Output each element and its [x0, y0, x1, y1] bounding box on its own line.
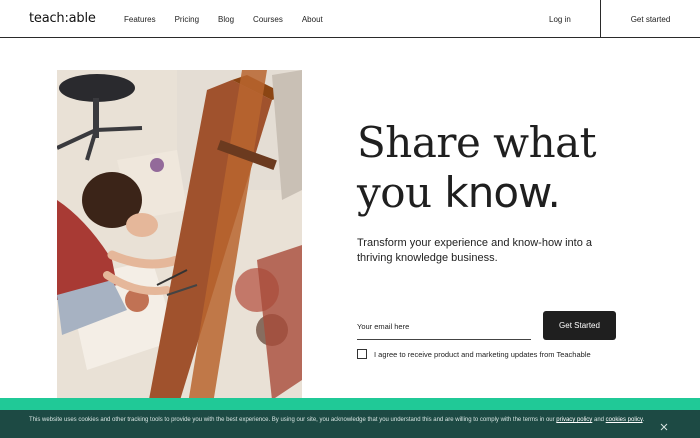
headline-line-1: Share what: [357, 118, 597, 167]
accent-band: [0, 398, 700, 410]
login-link[interactable]: Log in: [549, 15, 571, 24]
main-nav: Features Pricing Blog Courses About: [124, 15, 323, 24]
cookie-text: This website uses cookies and other trac…: [29, 416, 649, 424]
get-started-submit-button[interactable]: Get Started: [543, 311, 616, 340]
nav-about[interactable]: About: [302, 15, 323, 24]
cookie-text-and: and: [592, 417, 606, 423]
cookie-banner: This website uses cookies and other trac…: [0, 410, 700, 438]
cookie-text-main: This website uses cookies and other trac…: [29, 417, 557, 423]
hero-photo: [57, 70, 302, 410]
consent-row: I agree to receive product and marketing…: [357, 349, 591, 359]
get-started-header-button[interactable]: Get started: [601, 0, 700, 38]
cookie-text-end: .: [642, 417, 645, 423]
hero-headline: Share what you know.: [357, 118, 687, 218]
email-input[interactable]: [357, 314, 531, 340]
nav-pricing[interactable]: Pricing: [175, 15, 199, 24]
close-icon[interactable]: [659, 419, 669, 431]
hero-subtext: Transform your experience and know-how i…: [357, 237, 592, 264]
site-header: teach:able Features Pricing Blog Courses…: [0, 0, 700, 38]
headline-line-2-strong: know.: [444, 168, 560, 217]
artist-painting-illustration: [57, 70, 302, 410]
nav-features[interactable]: Features: [124, 15, 156, 24]
headline-line-2-light: you: [357, 168, 445, 217]
consent-label: I agree to receive product and marketing…: [374, 349, 591, 359]
cookies-policy-link[interactable]: cookies policy: [606, 417, 643, 423]
privacy-policy-link[interactable]: privacy policy: [556, 417, 592, 423]
teachable-logo[interactable]: teach:able: [29, 11, 96, 26]
consent-checkbox[interactable]: [357, 349, 367, 359]
nav-blog[interactable]: Blog: [218, 15, 234, 24]
nav-courses[interactable]: Courses: [253, 15, 283, 24]
